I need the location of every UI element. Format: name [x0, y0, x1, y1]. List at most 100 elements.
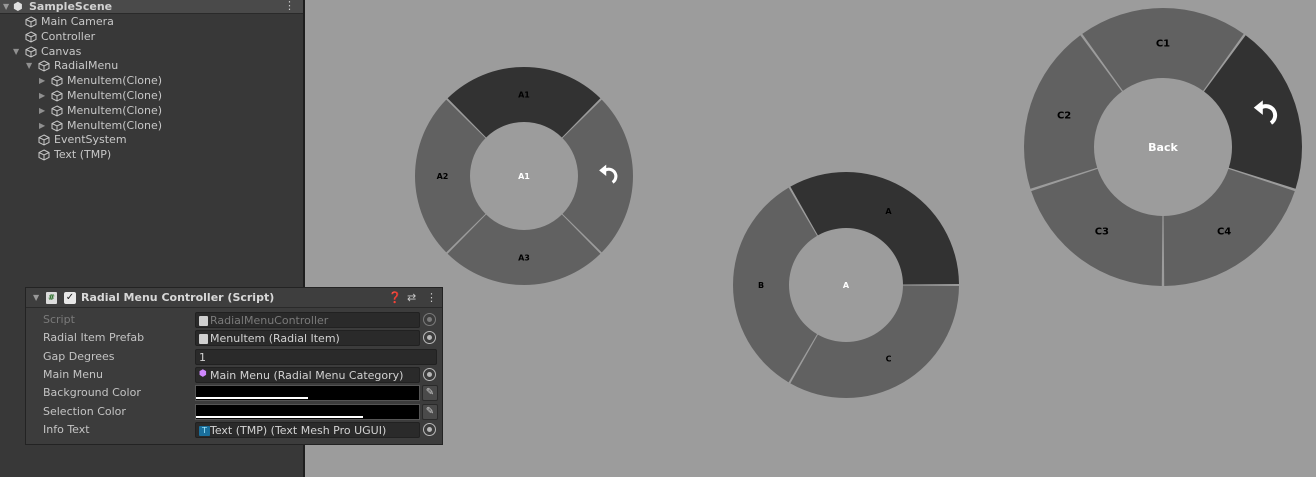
script-file-icon	[199, 334, 208, 344]
eyedropper-icon[interactable]: ✎	[422, 385, 438, 401]
hierarchy-item[interactable]: Main Camera	[0, 15, 303, 30]
segment-label: C3	[1095, 227, 1109, 238]
property-background-color: Background Color ✎	[26, 384, 442, 402]
gameobject-cube-icon	[25, 31, 37, 43]
radial-menu-segment[interactable]	[733, 187, 818, 383]
hierarchy-item-label: RadialMenu	[54, 59, 119, 73]
property-main-menu: Main Menu ⬢ Main Menu (Radial Menu Categ…	[26, 366, 442, 384]
expanded-arrow-icon[interactable]: ▼	[26, 61, 32, 70]
hierarchy-item[interactable]: Controller	[0, 30, 303, 45]
segment-label: C	[886, 354, 892, 363]
center-label: A1	[518, 172, 530, 181]
object-picker-icon[interactable]	[423, 313, 436, 326]
kebab-menu-icon[interactable]: ⋮	[284, 0, 295, 12]
gap-degrees-input[interactable]: 1	[195, 349, 437, 365]
property-label: Background Color	[43, 386, 141, 399]
hierarchy-item[interactable]: ▶ MenuItem(Clone)	[0, 104, 303, 119]
eyedropper-icon[interactable]: ✎	[422, 404, 438, 420]
radial-menu[interactable]: A1 A3 A2 A1	[415, 66, 633, 285]
script-field: RadialMenuController	[195, 312, 420, 328]
script-file-icon	[199, 316, 208, 326]
alpha-bar	[196, 416, 364, 418]
hierarchy-item-label: Main Camera	[41, 15, 114, 28]
field-value: RadialMenuController	[210, 314, 329, 327]
collapsed-arrow-icon[interactable]: ▶	[39, 106, 45, 115]
segment-label: B	[758, 281, 764, 290]
collapsed-arrow-icon[interactable]: ▶	[39, 91, 45, 100]
hierarchy-item[interactable]: Text (TMP)	[0, 148, 303, 163]
background-color-swatch[interactable]	[195, 385, 420, 401]
hierarchy-item[interactable]: ▶ MenuItem(Clone)	[0, 119, 303, 134]
field-value: 1	[199, 351, 206, 364]
radial-menus-canvas[interactable]: A1 A3 A2 A1 A C B A C1 C4 C3 C2 Back	[305, 0, 1316, 477]
property-label: Gap Degrees	[43, 350, 115, 363]
property-info-text: Info Text T Text (TMP) (Text Mesh Pro UG…	[26, 421, 442, 439]
hierarchy-item-label: MenuItem(Clone)	[67, 74, 163, 88]
scene-row[interactable]: ▼ ⬢ SampleScene ⋮	[0, 0, 303, 14]
property-label: Main Menu	[43, 368, 103, 381]
expanded-arrow-icon[interactable]: ▼	[13, 47, 19, 56]
radial-menu[interactable]: A C B A	[733, 171, 959, 399]
property-radial-item-prefab: Radial Item Prefab MenuItem (Radial Item…	[26, 329, 442, 347]
scene-view[interactable]: A1 A3 A2 A1 A C B A C1 C4 C3 C2 Back	[305, 0, 1316, 477]
kebab-menu-icon[interactable]: ⋮	[426, 291, 437, 304]
segment-label: A3	[518, 253, 530, 262]
hierarchy-item[interactable]: ▶ MenuItem(Clone)	[0, 89, 303, 104]
center-label: A	[843, 281, 850, 290]
collapsed-arrow-icon[interactable]: ▶	[39, 121, 45, 130]
unity-logo-icon: ⬢	[13, 0, 23, 13]
expand-arrow-icon[interactable]: ▼	[3, 2, 9, 11]
hierarchy-item-label: MenuItem(Clone)	[67, 118, 163, 132]
scriptable-object-icon: ⬢	[199, 369, 207, 379]
radial-menu-segment[interactable]	[790, 171, 959, 285]
fold-arrow-icon[interactable]: ▼	[33, 293, 39, 302]
property-selection-color: Selection Color ✎	[26, 403, 442, 421]
radial-menu[interactable]: C1 C4 C3 C2 Back	[1024, 7, 1302, 286]
info-text-field[interactable]: T Text (TMP) (Text Mesh Pro UGUI)	[195, 422, 420, 438]
field-value: MenuItem (Radial Item)	[210, 332, 340, 345]
collapsed-arrow-icon[interactable]: ▶	[39, 76, 45, 85]
segment-label: A2	[437, 172, 449, 181]
gameobject-cube-icon	[38, 60, 50, 72]
gameobject-cube-icon	[25, 46, 37, 58]
segment-label: C4	[1217, 227, 1231, 238]
tmp-text-icon: T	[199, 426, 210, 436]
inspector-component: ▼ # ✓ Radial Menu Controller (Script) ❓ …	[25, 287, 443, 445]
property-label: Radial Item Prefab	[43, 331, 145, 344]
hierarchy-item-label: MenuItem(Clone)	[67, 103, 163, 117]
selection-color-swatch[interactable]	[195, 404, 420, 420]
gameobject-cube-icon	[51, 105, 63, 117]
hierarchy-item-label: Canvas	[41, 44, 82, 58]
radial-item-prefab-field[interactable]: MenuItem (Radial Item)	[195, 330, 420, 346]
segment-label: C1	[1156, 39, 1170, 50]
hierarchy-item-label: MenuItem(Clone)	[67, 89, 163, 102]
object-picker-icon[interactable]	[423, 423, 436, 436]
enabled-checkbox[interactable]: ✓	[64, 292, 76, 304]
hierarchy-item[interactable]: ▼ RadialMenu	[0, 59, 303, 74]
presets-icon[interactable]: ⇄	[407, 291, 416, 304]
center-label: Back	[1148, 141, 1178, 154]
hierarchy-item[interactable]: ▶ MenuItem(Clone)	[0, 74, 303, 89]
object-picker-icon[interactable]	[423, 368, 436, 381]
gameobject-cube-icon	[51, 75, 63, 87]
property-label: Selection Color	[43, 405, 126, 418]
field-value: Text (TMP) (Text Mesh Pro UGUI)	[210, 424, 387, 437]
gameobject-cube-icon	[38, 134, 50, 146]
hierarchy-item[interactable]: ▼ Canvas	[0, 45, 303, 60]
property-label: Script	[43, 313, 75, 326]
segment-label: A	[885, 207, 892, 216]
help-icon[interactable]: ❓	[388, 291, 402, 304]
object-picker-icon[interactable]	[423, 331, 436, 344]
hierarchy-item[interactable]: EventSystem	[0, 133, 303, 148]
radial-menu-segment[interactable]	[790, 285, 959, 399]
component-title: Radial Menu Controller (Script)	[81, 291, 275, 304]
segment-label: C2	[1057, 110, 1071, 121]
segment-label: A1	[518, 90, 530, 99]
gameobject-cube-icon	[51, 90, 63, 102]
gameobject-cube-icon	[51, 120, 63, 132]
main-menu-field[interactable]: ⬢ Main Menu (Radial Menu Category)	[195, 367, 420, 383]
gameobject-cube-icon	[25, 16, 37, 28]
component-header[interactable]: ▼ # ✓ Radial Menu Controller (Script) ❓ …	[26, 288, 442, 308]
alpha-bar	[196, 397, 308, 399]
hierarchy-item-label: Controller	[41, 29, 96, 43]
